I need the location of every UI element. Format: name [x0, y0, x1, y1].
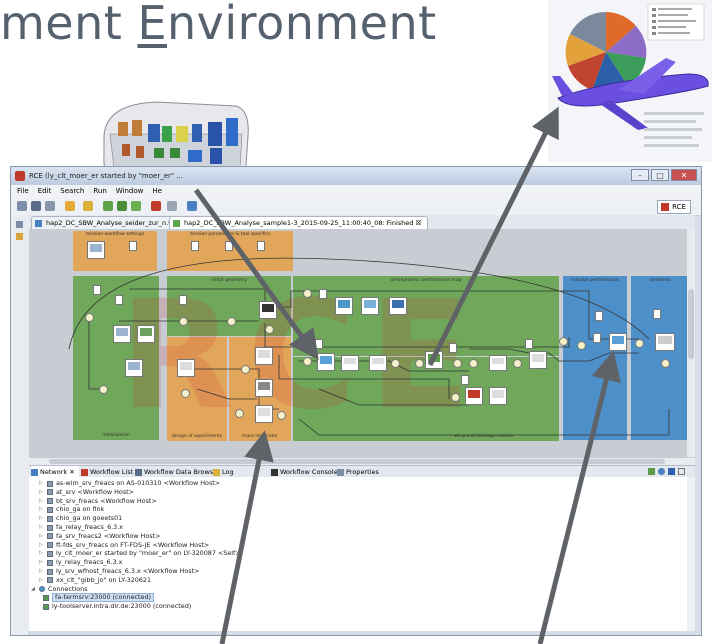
arrow-bottom-to-mission [537, 350, 621, 644]
arrow-node-to-pie [427, 106, 559, 367]
annotation-arrows [193, 106, 621, 644]
arrow-cabin-to-node [193, 188, 319, 361]
arrow-bottom-to-mass [219, 430, 274, 644]
